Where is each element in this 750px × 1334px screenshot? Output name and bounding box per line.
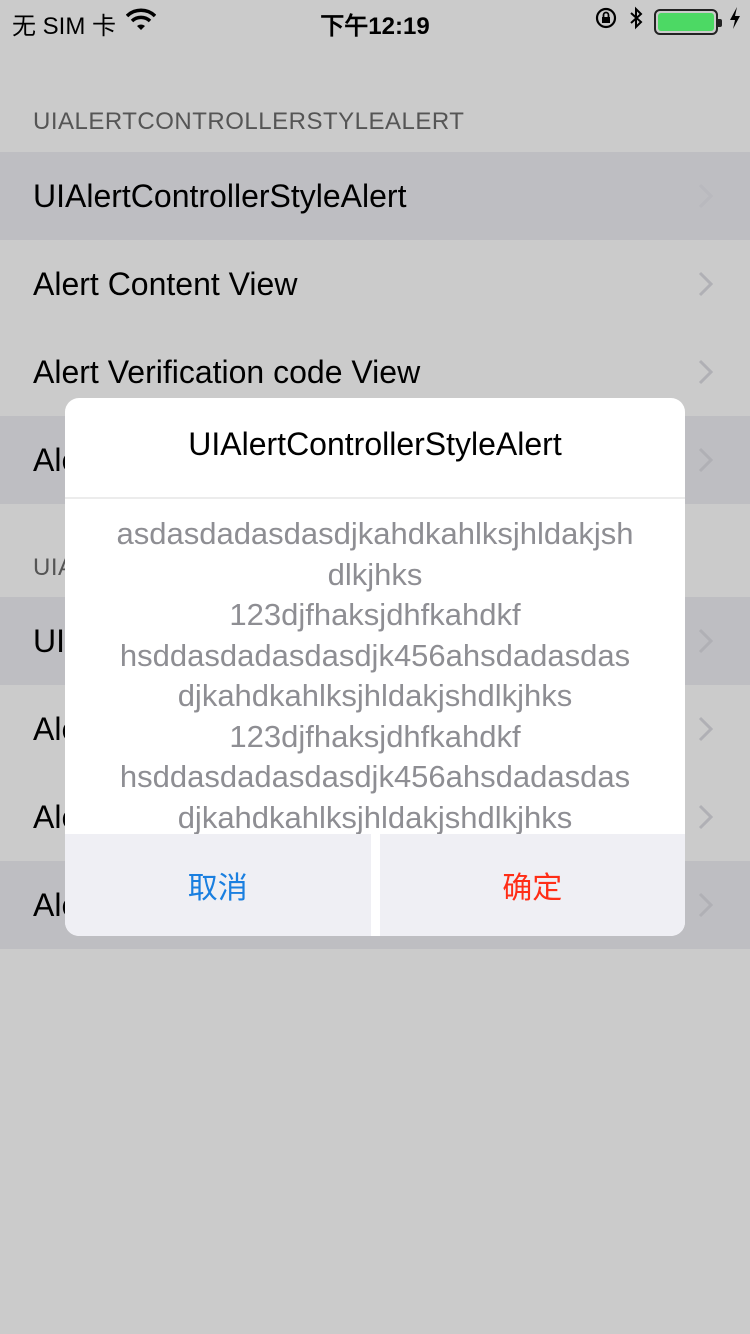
battery-icon xyxy=(654,8,722,35)
alert-title: UIAlertControllerStyleAlert xyxy=(188,426,562,462)
row-label: Alert Content View xyxy=(33,265,298,302)
button-separator xyxy=(370,834,380,936)
message-line: asdasdadasdasdjkahdkahlksjhldakjsh xyxy=(116,516,634,551)
row-label: UI xyxy=(33,622,65,659)
section-header-1: UIALERTCONTROLLERSTYLEALERT xyxy=(33,108,465,135)
row-label: UIAlertControllerStyleAlert xyxy=(33,177,407,214)
orientation-lock-icon xyxy=(594,6,618,37)
confirm-button[interactable]: 确定 xyxy=(380,834,686,936)
alert-message[interactable]: asdasdadasdasdjkahdkahlksjhldakjsh dlkjh… xyxy=(85,514,665,834)
table-row[interactable]: UIAlertControllerStyleAlert xyxy=(0,152,750,240)
message-line: 123djfhaksjdhfkahdkf xyxy=(229,597,521,632)
chevron-right-icon xyxy=(698,271,714,297)
alert-dialog: UIAlertControllerStyleAlert asdasdadasda… xyxy=(65,398,685,936)
chevron-right-icon xyxy=(698,628,714,654)
message-line: djkahdkahlksjhldakjshdlkjhks xyxy=(177,799,573,835)
bluetooth-icon xyxy=(628,6,644,37)
chevron-right-icon xyxy=(698,804,714,830)
message-line: djkahdkahlksjhldakjshdlkjhks xyxy=(177,678,573,713)
chevron-right-icon xyxy=(698,359,714,385)
battery-cap xyxy=(718,18,722,27)
screen: 无 SIM 卡 下午12:19 UIALERTCONTROLLERSTYLEAL… xyxy=(0,0,750,1334)
message-line: hsddasdadasdasdjk456ahsdadasdas xyxy=(119,759,631,794)
alert-divider xyxy=(65,497,685,499)
cancel-button[interactable]: 取消 xyxy=(65,834,371,936)
table-row[interactable]: Alert Content View xyxy=(0,240,750,328)
message-line: hsddasdadasdasdjk456ahsdadasdas xyxy=(119,637,631,673)
chevron-right-icon xyxy=(698,716,714,742)
battery-level-fill xyxy=(658,12,714,31)
alert-actions: 取消 确定 xyxy=(65,834,685,936)
chevron-right-icon xyxy=(698,183,714,209)
charging-icon xyxy=(728,6,742,37)
message-line: dlkjhks xyxy=(327,556,423,592)
status-right xyxy=(594,6,742,37)
chevron-right-icon xyxy=(698,892,714,918)
message-line: 123djfhaksjdhfkahdkf xyxy=(229,718,521,754)
chevron-right-icon xyxy=(698,447,714,473)
row-label: Alert Verification code View xyxy=(33,353,421,390)
status-bar: 无 SIM 卡 下午12:19 xyxy=(0,0,750,40)
